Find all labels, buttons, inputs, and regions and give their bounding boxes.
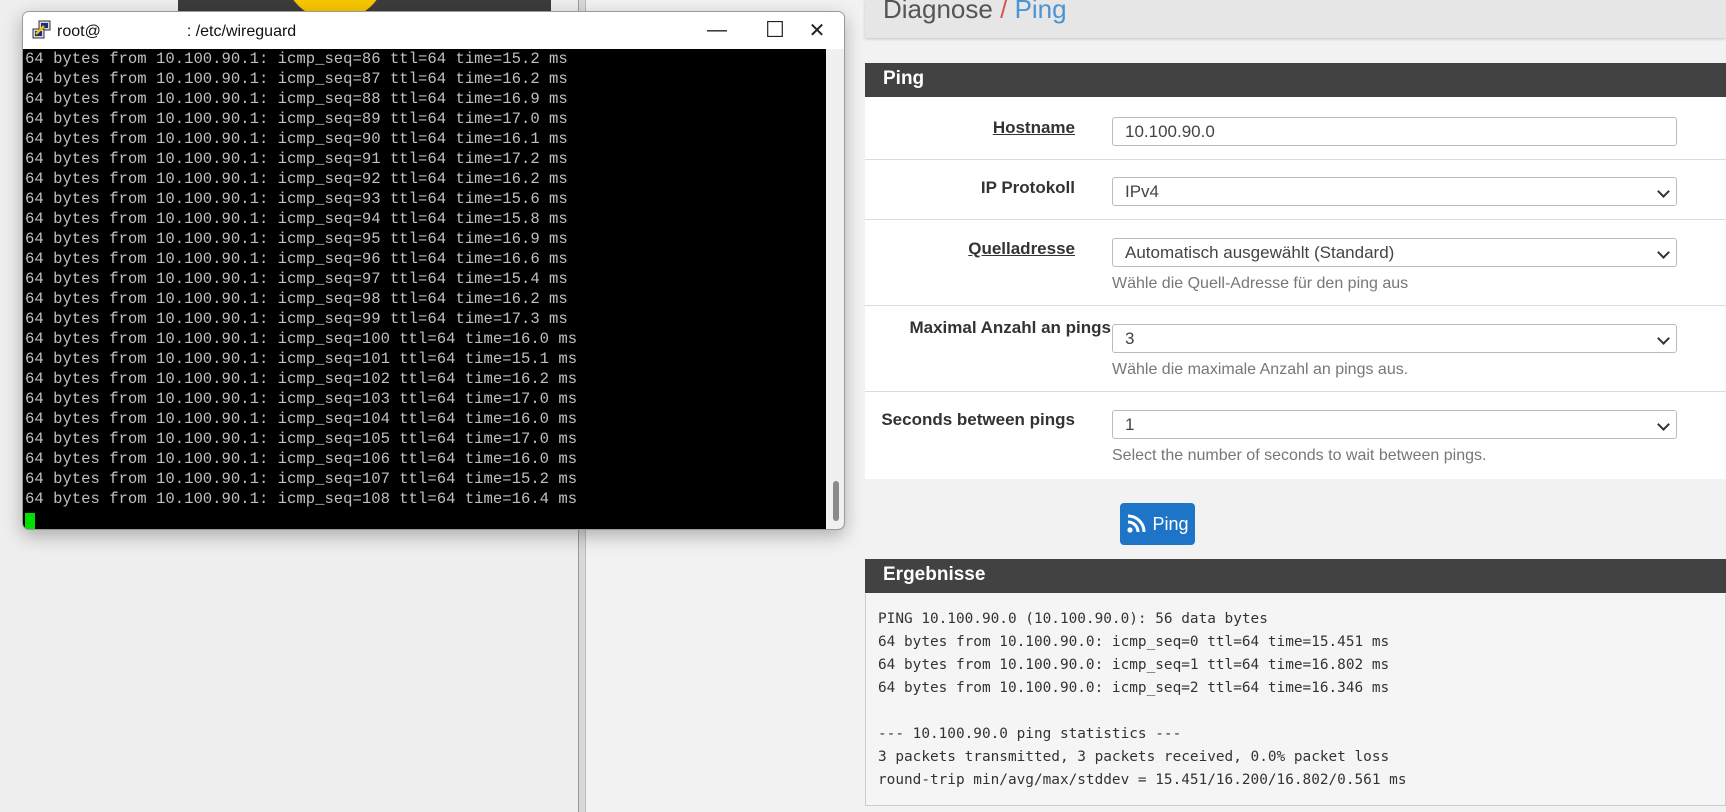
source-address-select[interactable]: Automatisch ausgewählt (Standard) xyxy=(1112,238,1677,267)
terminal-output: 64 bytes from 10.100.90.1: icmp_seq=86 t… xyxy=(25,49,825,529)
ping-panel-header: Ping xyxy=(865,63,1726,97)
ping-form: Hostname IP Protokoll IPv4 Quelladresse … xyxy=(865,97,1726,479)
max-count-select[interactable]: 3 xyxy=(1112,324,1677,353)
terminal-line: 64 bytes from 10.100.90.1: icmp_seq=86 t… xyxy=(25,50,568,68)
terminal-line: 64 bytes from 10.100.90.1: icmp_seq=96 t… xyxy=(25,250,568,268)
breadcrumb-separator: / xyxy=(1000,0,1008,24)
interval-select[interactable]: 1 xyxy=(1112,410,1677,439)
terminal-line: 64 bytes from 10.100.90.1: icmp_seq=97 t… xyxy=(25,270,568,288)
terminal-line: 64 bytes from 10.100.90.1: icmp_seq=94 t… xyxy=(25,210,568,228)
terminal-line: 64 bytes from 10.100.90.1: icmp_seq=98 t… xyxy=(25,290,568,308)
terminal-cursor xyxy=(25,513,35,529)
interval-row: Seconds between pings 1 Select the numbe… xyxy=(865,392,1726,479)
terminal-title-prefix: root@ xyxy=(57,23,101,40)
source-address-row: Quelladresse Automatisch ausgewählt (Sta… xyxy=(865,220,1726,306)
terminal-line: 64 bytes from 10.100.90.1: icmp_seq=87 t… xyxy=(25,70,568,88)
terminal-line: 64 bytes from 10.100.90.1: icmp_seq=92 t… xyxy=(25,170,568,188)
terminal-line: 64 bytes from 10.100.90.1: icmp_seq=105 … xyxy=(25,430,578,448)
terminal-line: 64 bytes from 10.100.90.1: icmp_seq=108 … xyxy=(25,490,578,508)
putty-icon xyxy=(32,20,51,39)
breadcrumb-section[interactable]: Diagnose xyxy=(883,0,993,24)
interval-value: 1 xyxy=(1125,415,1135,434)
terminal-line: 64 bytes from 10.100.90.1: icmp_seq=104 … xyxy=(25,410,578,428)
ip-protocol-select[interactable]: IPv4 xyxy=(1112,177,1677,206)
terminal-line: 64 bytes from 10.100.90.1: icmp_seq=93 t… xyxy=(25,190,568,208)
terminal-line: 64 bytes from 10.100.90.1: icmp_seq=101 … xyxy=(25,350,578,368)
chevron-down-icon xyxy=(1657,246,1670,259)
minimize-button[interactable]: — xyxy=(688,12,746,48)
terminal-line: 64 bytes from 10.100.90.1: icmp_seq=89 t… xyxy=(25,110,568,128)
rss-icon xyxy=(1127,514,1146,533)
terminal-line: 64 bytes from 10.100.90.1: icmp_seq=106 … xyxy=(25,450,578,468)
max-count-help: Wähle die maximale Anzahl an pings aus. xyxy=(1112,361,1409,378)
terminal-line: 64 bytes from 10.100.90.1: icmp_seq=107 … xyxy=(25,470,578,488)
ip-protocol-row: IP Protokoll IPv4 xyxy=(865,160,1726,220)
terminal-line: 64 bytes from 10.100.90.1: icmp_seq=88 t… xyxy=(25,90,568,108)
terminal-window: root@: /etc/wireguard — ☐ ✕ 64 bytes fro… xyxy=(22,11,845,530)
results-panel-header: Ergebnisse xyxy=(865,559,1726,593)
hostname-row: Hostname xyxy=(865,97,1726,160)
interval-label: Seconds between pings xyxy=(881,410,1075,429)
breadcrumb-bar: Diagnose / Ping xyxy=(865,0,1726,38)
terminal-line: 64 bytes from 10.100.90.1: icmp_seq=103 … xyxy=(25,390,578,408)
chevron-down-icon xyxy=(1657,418,1670,431)
max-count-label: Maximal Anzahl an pings xyxy=(909,318,1111,337)
terminal-title-suffix: : /etc/wireguard xyxy=(186,23,297,40)
breadcrumb: Diagnose / Ping xyxy=(883,0,1067,25)
terminal-line: 64 bytes from 10.100.90.1: icmp_seq=90 t… xyxy=(25,130,568,148)
chevron-down-icon xyxy=(1657,332,1670,345)
close-button[interactable]: ✕ xyxy=(788,12,844,48)
breadcrumb-current[interactable]: Ping xyxy=(1015,0,1067,24)
ping-button-label: Ping xyxy=(1152,513,1189,534)
max-count-row: Maximal Anzahl an pings 3 Wähle die maxi… xyxy=(865,306,1726,392)
ip-protocol-label: IP Protokoll xyxy=(980,178,1075,197)
hostname-label[interactable]: Hostname xyxy=(993,118,1075,138)
terminal-line: 64 bytes from 10.100.90.1: icmp_seq=100 … xyxy=(25,330,578,348)
source-address-value: Automatisch ausgewählt (Standard) xyxy=(1125,243,1395,262)
terminal-line: 64 bytes from 10.100.90.1: icmp_seq=91 t… xyxy=(25,150,568,168)
redacted-hostname xyxy=(100,21,187,39)
scrollbar-thumb[interactable] xyxy=(833,481,839,521)
terminal-line: 64 bytes from 10.100.90.1: icmp_seq=95 t… xyxy=(25,230,568,248)
chevron-down-icon xyxy=(1657,185,1670,198)
hostname-input[interactable] xyxy=(1112,117,1677,146)
results-output: PING 10.100.90.0 (10.100.90.0): 56 data … xyxy=(865,594,1726,806)
terminal-console[interactable]: 64 bytes from 10.100.90.1: icmp_seq=86 t… xyxy=(23,49,844,529)
terminal-line: 64 bytes from 10.100.90.1: icmp_seq=102 … xyxy=(25,370,578,388)
ping-button[interactable]: Ping xyxy=(1120,503,1195,545)
terminal-line: 64 bytes from 10.100.90.1: icmp_seq=99 t… xyxy=(25,310,568,328)
terminal-title: root@ : /etc/wireguard xyxy=(57,21,296,41)
ip-protocol-value: IPv4 xyxy=(1125,182,1160,201)
max-count-value: 3 xyxy=(1125,329,1135,348)
source-address-help: Wähle die Quell-Adresse für den ping aus xyxy=(1112,275,1409,292)
source-address-label[interactable]: Quelladresse xyxy=(968,239,1075,259)
terminal-titlebar[interactable]: root@: /etc/wireguard — ☐ ✕ xyxy=(23,12,844,48)
terminal-scrollbar[interactable] xyxy=(826,49,844,529)
pfsense-ping-page: Diagnose / Ping Ping Hostname IP Protoko… xyxy=(865,0,1726,812)
interval-help: Select the number of seconds to wait bet… xyxy=(1112,447,1487,464)
